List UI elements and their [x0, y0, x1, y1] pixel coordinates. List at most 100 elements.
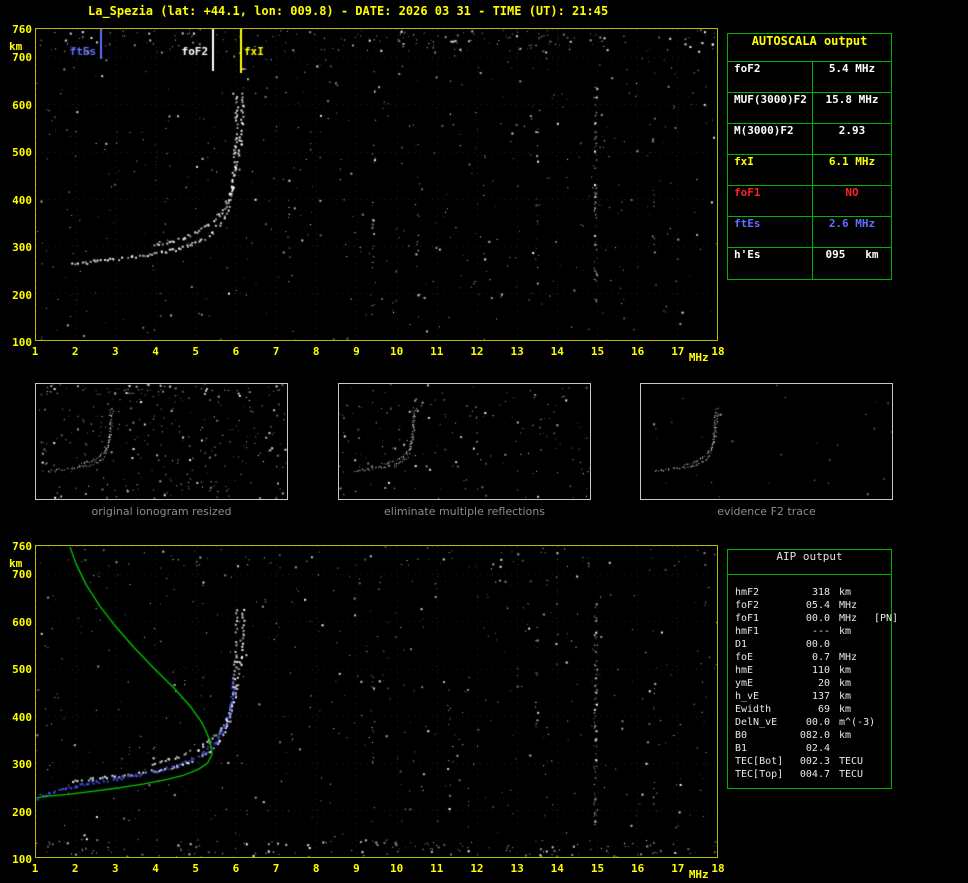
aip-param-unit: km	[839, 626, 852, 637]
thumbnail-caption-f2: evidence F2 trace	[717, 505, 816, 518]
aip-param-extra	[874, 678, 891, 691]
x-axis-tick-label: 16	[631, 345, 645, 358]
autoscala-param-value: 2.93	[838, 124, 866, 137]
profile-ionogram-canvas	[36, 546, 717, 857]
thumbnail-caption-original: original ionogram resized	[91, 505, 232, 518]
x-axis-tick-label: 6	[232, 345, 240, 358]
y-axis-tick-label: 500	[12, 146, 32, 160]
y-axis-tick-label: 600	[12, 615, 32, 629]
aip-param-extra	[874, 730, 891, 743]
x-axis-tick-label: 9	[353, 862, 360, 875]
aip-param-unit: km	[839, 587, 852, 598]
table-row: hmF2 318 km	[728, 587, 891, 600]
y-axis-unit-label: km	[9, 557, 23, 570]
table-row: B1 02.4	[728, 743, 891, 756]
aip-param-extra	[874, 639, 891, 652]
aip-param-unit: km	[839, 678, 852, 689]
aip-param-value: 110	[811, 665, 830, 676]
table-row: foF2 05.4 MHz	[728, 600, 891, 613]
y-axis-tick-label: 760	[12, 540, 32, 553]
x-axis-tick-label: 1	[31, 862, 39, 875]
aip-param-value: 02.4	[805, 743, 830, 754]
aip-param-label: D1	[735, 639, 748, 650]
aip-param-extra	[874, 600, 891, 613]
aip-param-unit: MHz	[839, 652, 858, 663]
aip-param-extra	[874, 691, 891, 704]
autoscala-param-value: 2.6 MHz	[828, 217, 876, 230]
aip-param-unit: km	[839, 665, 852, 676]
aip-param-extra	[874, 652, 891, 665]
y-axis-tick-label: 600	[12, 98, 32, 112]
autoscala-param-value: 15.8 MHz	[825, 93, 879, 106]
table-row: foF1 00.0 MHz [PN]	[728, 613, 898, 626]
x-axis-tick-label: 2	[71, 345, 79, 358]
autoscala-output-table: AUTOSCALA output foF2 5.4 MHz MUF(3000)F…	[727, 33, 892, 280]
aip-param-extra: [PN]	[874, 613, 899, 624]
y-axis-tick-label: 200	[12, 805, 32, 819]
aip-param-label: B0	[735, 730, 748, 741]
thumbnail-eliminate-reflections-canvas	[339, 384, 590, 499]
aip-param-value: 082.0	[799, 730, 830, 741]
x-axis-tick-label: 17	[671, 862, 685, 875]
y-axis-tick-label: 200	[12, 288, 32, 302]
x-axis-tick-label: 3	[112, 345, 119, 358]
aip-rows: hmF2 318 km foF2 05.4 MHz foF1 00.0 MHz …	[728, 575, 898, 782]
x-axis-tick-label: 4	[152, 862, 159, 875]
aip-param-value: 00.0	[805, 613, 830, 624]
aip-param-extra	[874, 704, 891, 717]
aip-param-unit: m^(-3)	[839, 717, 876, 728]
x-axis-tick-label: 3	[112, 862, 119, 875]
aip-param-unit: TECU	[839, 769, 864, 780]
table-row: h'Es 095 km	[728, 248, 891, 279]
x-axis-tick-label: 10	[389, 862, 404, 875]
table-row: foF1 NO	[728, 186, 891, 217]
thumbnail-original-canvas	[36, 384, 287, 499]
x-axis-tick-label: 11	[430, 862, 444, 875]
x-axis-tick-label: 7	[272, 862, 280, 875]
table-row: hmF1 --- km	[728, 626, 891, 639]
aip-param-unit: MHz	[839, 600, 858, 611]
table-row: foF2 5.4 MHz	[728, 62, 891, 93]
aip-param-value: 20	[817, 678, 830, 689]
y-axis-tick-label: 400	[12, 193, 32, 207]
aip-param-extra	[874, 743, 891, 756]
y-axis-tick-label: 400	[12, 710, 32, 724]
aip-param-label: Ewidth	[735, 704, 772, 715]
y-axis-unit-label: km	[9, 40, 23, 53]
aip-param-label: h_vE	[735, 691, 760, 702]
x-axis-tick-label: 4	[152, 345, 159, 358]
table-row: M(3000)F2 2.93	[728, 124, 891, 155]
aip-param-unit: km	[839, 730, 852, 741]
table-row: Ewidth 69 km	[728, 704, 891, 717]
autoscala-param-value: 6.1 MHz	[828, 155, 876, 168]
y-axis-tick-label: 700	[12, 51, 32, 65]
aip-param-value: 0.7	[811, 652, 830, 663]
x-axis-tick-label: 13	[510, 862, 524, 875]
aip-param-label: hmF1	[735, 626, 760, 637]
aip-param-unit	[830, 639, 874, 652]
thumbnail-f2-trace-canvas	[641, 384, 892, 499]
thumbnail-eliminate-reflections	[338, 383, 591, 500]
aip-param-label: hmF2	[735, 587, 760, 598]
aip-param-unit	[830, 743, 874, 756]
table-row: foE 0.7 MHz	[728, 652, 891, 665]
table-row: D1 00.0	[728, 639, 891, 652]
x-axis-tick-label: 10	[389, 345, 404, 358]
aip-param-value: ---	[811, 626, 830, 637]
aip-param-extra	[874, 587, 891, 600]
x-axis-tick-label: 17	[671, 345, 685, 358]
autoscala-param-value: 095 km	[825, 248, 879, 261]
main-ionogram-canvas	[36, 29, 717, 340]
aip-param-extra	[874, 665, 891, 678]
table-row: fxI 6.1 MHz	[728, 155, 891, 186]
table-row: h_vE 137 km	[728, 691, 891, 704]
aip-output-table: AIP output hmF2 318 km foF2 05.4 MHz foF…	[727, 549, 898, 789]
x-axis-tick-label: 5	[192, 345, 200, 358]
aip-param-label: B1	[735, 743, 748, 754]
aip-param-unit: km	[839, 704, 852, 715]
x-axis-tick-label: 13	[510, 345, 524, 358]
x-axis-tick-label: 14	[550, 345, 564, 358]
autoscala-param-label: M(3000)F2	[728, 124, 813, 154]
autoscala-table-title: AUTOSCALA output	[728, 34, 891, 62]
y-axis-tick-label: 500	[12, 663, 32, 677]
